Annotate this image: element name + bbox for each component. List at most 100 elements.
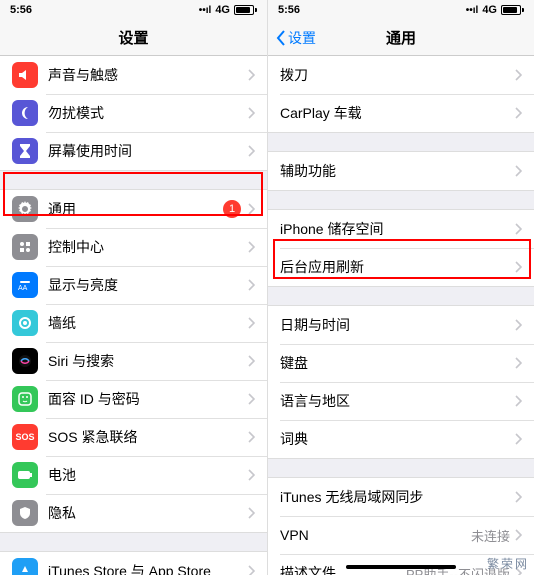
row-label: VPN (280, 527, 471, 543)
navbar: 设置 (0, 20, 267, 56)
chevron-right-icon (247, 355, 255, 367)
navbar: 设置 通用 (268, 20, 534, 56)
chevron-right-icon (247, 279, 255, 291)
settings-row-faceid[interactable]: 面容 ID 与密码 (0, 380, 267, 418)
faceid-icon (12, 386, 38, 412)
chevron-right-icon (247, 317, 255, 329)
chevron-right-icon (514, 529, 522, 541)
row-label: CarPlay 车载 (280, 103, 514, 123)
svg-text:AA: AA (18, 285, 28, 291)
chevron-right-icon (247, 145, 255, 157)
general-screen: 5:56 ••ıl 4G 设置 通用 拨刀 CarPlay 车载辅助功能 iPhon… (267, 0, 534, 575)
row-label: SOS 紧急联络 (48, 427, 247, 447)
general-row[interactable]: iTunes 无线局域网同步 (268, 478, 534, 516)
general-row[interactable]: 语言与地区 (268, 382, 534, 420)
chevron-right-icon (247, 565, 255, 575)
notification-badge: 1 (223, 200, 241, 218)
general-row[interactable]: 键盘 (268, 344, 534, 382)
battery-icon (12, 462, 38, 488)
row-label: iTunes 无线局域网同步 (280, 487, 514, 507)
settings-screen: 5:56 ••ıl 4G 设置 声音与触感勿扰模式屏幕使用时间通用1控制中心AA… (0, 0, 267, 575)
settings-row-appstore[interactable]: iTunes Store 与 App Store (0, 552, 267, 575)
row-label: iTunes Store 与 App Store (48, 561, 247, 575)
row-label: 屏幕使用时间 (48, 141, 247, 161)
privacy-icon (12, 500, 38, 526)
watermark: 繁荣网 (487, 555, 529, 572)
settings-row-privacy[interactable]: 隐私 (0, 494, 267, 532)
chevron-right-icon (247, 469, 255, 481)
general-row[interactable]: 辅助功能 (268, 152, 534, 190)
chevron-right-icon (514, 165, 522, 177)
general-row[interactable]: VPN未连接 (268, 516, 534, 554)
row-label: 声音与触感 (48, 65, 247, 85)
settings-row-moon[interactable]: 勿扰模式 (0, 94, 267, 132)
settings-row-sos[interactable]: SOS SOS 紧急联络 (0, 418, 267, 456)
chevron-right-icon (247, 241, 255, 253)
chevron-right-icon (514, 319, 522, 331)
row-label: 显示与亮度 (48, 275, 247, 295)
general-row[interactable]: iPhone 储存空间 (268, 210, 534, 248)
row-label: 词典 (280, 429, 514, 449)
settings-list[interactable]: 声音与触感勿扰模式屏幕使用时间通用1控制中心AA显示与亮度墙纸Siri 与搜索面… (0, 56, 267, 575)
row-label: 电池 (48, 465, 247, 485)
settings-row-display[interactable]: AA 显示与亮度 (0, 266, 267, 304)
settings-row-gear[interactable]: 通用1 (0, 190, 267, 228)
row-label: 面容 ID 与密码 (48, 389, 247, 409)
sound-icon (12, 62, 38, 88)
row-label: 隐私 (48, 503, 247, 523)
row-detail: 未连接 (471, 526, 510, 545)
moon-icon (12, 100, 38, 126)
back-button[interactable]: 设置 (276, 28, 316, 48)
network-label: 4G (215, 4, 230, 16)
chevron-right-icon (247, 107, 255, 119)
settings-row-battery[interactable]: 电池 (0, 456, 267, 494)
general-list[interactable]: 拨刀 CarPlay 车载辅助功能 iPhone 储存空间后台应用刷新日期与时间键盘… (268, 56, 534, 575)
row-label: 墙纸 (48, 313, 247, 333)
general-row[interactable]: 日期与时间 (268, 306, 534, 344)
appstore-icon (12, 558, 38, 575)
chevron-right-icon (514, 433, 522, 445)
row-label: 后台应用刷新 (280, 257, 514, 277)
chevron-right-icon (247, 431, 255, 443)
settings-row-control[interactable]: 控制中心 (0, 228, 267, 266)
row-label: 通用 (48, 199, 223, 219)
row-label: 拨刀 (280, 65, 514, 85)
chevron-right-icon (514, 395, 522, 407)
settings-row-wallpaper[interactable]: 墙纸 (0, 304, 267, 342)
general-row[interactable]: 后台应用刷新 (268, 248, 534, 286)
network-label: 4G (482, 4, 497, 16)
wallpaper-icon (12, 310, 38, 336)
signal-icon: ••ıl (199, 5, 212, 16)
settings-row-siri[interactable]: Siri 与搜索 (0, 342, 267, 380)
chevron-right-icon (247, 393, 255, 405)
status-time: 5:56 (10, 4, 32, 16)
row-label: 键盘 (280, 353, 514, 373)
signal-icon: ••ıl (466, 5, 479, 16)
status-time: 5:56 (278, 4, 300, 16)
battery-icon (501, 5, 524, 15)
home-indicator[interactable] (346, 565, 456, 569)
status-bar: 5:56 ••ıl 4G (268, 0, 534, 20)
back-label: 设置 (288, 28, 316, 48)
hourglass-icon (12, 138, 38, 164)
chevron-right-icon (514, 357, 522, 369)
row-label: iPhone 储存空间 (280, 219, 514, 239)
display-icon: AA (12, 272, 38, 298)
row-label: Siri 与搜索 (48, 351, 247, 371)
siri-icon (12, 348, 38, 374)
chevron-right-icon (514, 107, 522, 119)
status-bar: 5:56 ••ıl 4G (0, 0, 267, 20)
page-title: 设置 (118, 27, 148, 48)
chevron-right-icon (514, 491, 522, 503)
row-label: 语言与地区 (280, 391, 514, 411)
general-row[interactable]: CarPlay 车载 (268, 94, 534, 132)
general-row[interactable]: 拨刀 (268, 56, 534, 94)
settings-row-sound[interactable]: 声音与触感 (0, 56, 267, 94)
chevron-right-icon (514, 223, 522, 235)
row-label: 勿扰模式 (48, 103, 247, 123)
sos-icon: SOS (12, 424, 38, 450)
chevron-right-icon (247, 203, 255, 215)
settings-row-hourglass[interactable]: 屏幕使用时间 (0, 132, 267, 170)
chevron-left-icon (276, 30, 286, 46)
general-row[interactable]: 词典 (268, 420, 534, 458)
